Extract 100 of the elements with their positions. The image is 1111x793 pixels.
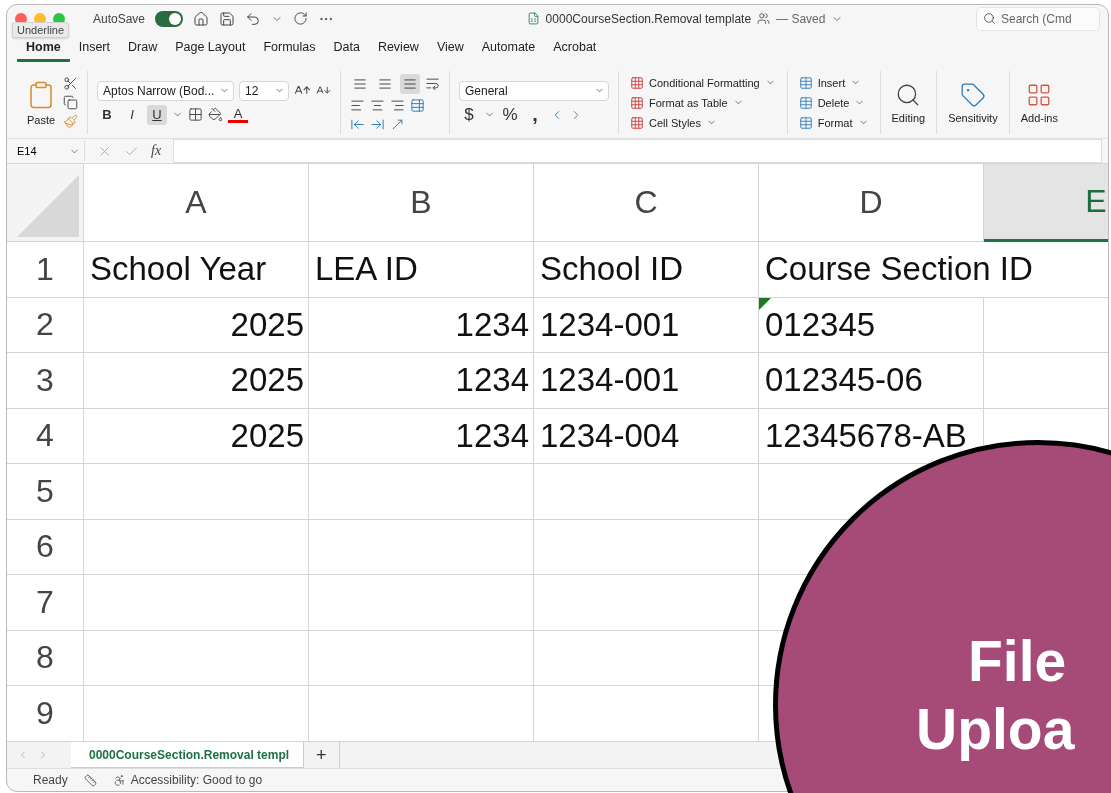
undo-icon[interactable] (245, 10, 262, 27)
wrap-text-icon[interactable] (425, 76, 440, 91)
ribbon-tab[interactable]: Insert (69, 37, 119, 62)
column-header[interactable]: D (759, 164, 984, 242)
table-cell[interactable]: 2025 (84, 353, 309, 409)
table-cell[interactable]: 2025 (84, 408, 309, 464)
cells-button[interactable]: Delete (796, 94, 871, 111)
orientation-icon[interactable] (390, 116, 405, 132)
add-ins-button[interactable]: Add-ins (1018, 79, 1060, 126)
autosave-toggle[interactable] (155, 10, 184, 27)
paint-bucket-icon[interactable] (208, 107, 223, 122)
name-box[interactable]: E14 (13, 141, 85, 161)
table-cell[interactable] (84, 575, 309, 631)
function-label[interactable]: fx (151, 143, 162, 159)
table-cell[interactable]: 1234 (309, 297, 534, 353)
table-cell[interactable]: 1234-004 (534, 408, 759, 464)
save-icon[interactable] (219, 10, 236, 27)
merge-icon[interactable] (410, 97, 425, 113)
add-sheet-button[interactable]: + (304, 742, 340, 768)
table-cell[interactable]: 1234 (309, 353, 534, 409)
font-style-button[interactable]: U (147, 104, 167, 125)
callout-text: Uploa (916, 696, 1075, 763)
copy-icon[interactable] (63, 95, 78, 110)
ruler-icon[interactable] (83, 773, 97, 787)
table-cell[interactable] (534, 519, 759, 575)
table-cell[interactable]: 012345 (759, 297, 984, 353)
styles-button[interactable]: Cell Styles (628, 114, 778, 131)
font-style-button[interactable]: I (122, 104, 142, 125)
align-center-icon[interactable] (370, 97, 385, 113)
font-color-button[interactable]: A (228, 106, 248, 123)
styles-button[interactable]: Format as Table (628, 94, 778, 111)
home-icon[interactable] (193, 10, 210, 27)
tag-icon (959, 81, 986, 108)
align-left-icon[interactable] (350, 97, 365, 113)
table-icon (798, 75, 813, 90)
grid-icon (630, 95, 644, 110)
column-header[interactable]: E (984, 164, 1108, 242)
table-cell[interactable]: LEA ID (309, 242, 534, 298)
formula-input[interactable] (173, 139, 1102, 163)
comma-button[interactable]: , (525, 104, 545, 125)
table-cell[interactable] (84, 464, 309, 520)
table-cell[interactable]: 2025 (84, 297, 309, 353)
number-format-dropdown[interactable]: General (459, 80, 609, 101)
font-size-dropdown[interactable]: 12 (239, 80, 289, 101)
ribbon-tab[interactable]: Acrobat (544, 37, 606, 62)
align-right-icon[interactable] (390, 97, 405, 113)
sensitivity-button[interactable]: Sensitivity (946, 79, 1000, 126)
row-header[interactable]: 7 (7, 575, 84, 631)
table-cell[interactable] (534, 464, 759, 520)
table-cell[interactable] (309, 575, 534, 631)
ribbon-tab[interactable]: Automate (472, 37, 545, 62)
ribbon-tab[interactable]: Data (324, 37, 369, 62)
row-header[interactable]: 3 (7, 353, 84, 409)
sheet-tab[interactable]: 0000CourseSection.Removal templ (71, 742, 305, 768)
row-header[interactable]: 4 (7, 408, 84, 464)
column-header[interactable]: A (84, 164, 309, 242)
font-style-button[interactable]: B (97, 104, 117, 125)
table-cell[interactable]: 012345-06 (759, 353, 984, 409)
styles-button[interactable]: Conditional Formatting (628, 74, 778, 91)
redo-icon[interactable] (293, 11, 309, 26)
search-field[interactable]: Search (Cmd (976, 6, 1100, 31)
row-header[interactable]: 6 (7, 519, 84, 575)
currency-button[interactable]: $ (459, 104, 479, 125)
ribbon-tab[interactable]: Formulas (254, 37, 325, 62)
percent-button[interactable]: % (500, 104, 520, 125)
row-header[interactable]: 8 (7, 630, 84, 686)
table-cell[interactable] (534, 630, 759, 686)
table-cell[interactable] (309, 630, 534, 686)
select-all-corner[interactable] (7, 164, 84, 242)
table-cell[interactable]: 1234 (309, 408, 534, 464)
table-cell[interactable]: School ID (534, 242, 759, 298)
accessibility-icon[interactable] (112, 773, 126, 787)
row-header[interactable]: 5 (7, 464, 84, 520)
ribbon-tab[interactable]: Draw (119, 37, 167, 62)
ribbon-tab[interactable]: Review (368, 37, 428, 62)
paste-button[interactable]: Paste (24, 77, 58, 128)
cells-button[interactable]: Format (796, 114, 871, 131)
table-cell[interactable] (309, 519, 534, 575)
font-name-dropdown[interactable]: Aptos Narrow (Bod... (97, 80, 234, 101)
table-cell[interactable] (534, 575, 759, 631)
row-header[interactable]: 1 (7, 242, 84, 298)
table-cell[interactable] (84, 630, 309, 686)
accessibility-status[interactable]: Accessibility: Good to go (130, 773, 263, 787)
column-header[interactable]: B (309, 164, 534, 242)
table-cell[interactable] (84, 519, 309, 575)
ribbon-tab[interactable]: View (427, 37, 473, 62)
scissors-icon[interactable] (63, 76, 78, 91)
borders-icon[interactable] (188, 107, 203, 122)
column-header[interactable]: C (534, 164, 759, 242)
ribbon-tab[interactable]: Page Layout (166, 37, 255, 62)
cells-button[interactable]: Insert (796, 74, 871, 91)
table-icon (798, 115, 813, 130)
window-title: 0000CourseSection.Removal template (545, 11, 752, 26)
row-header[interactable]: 2 (7, 297, 84, 353)
align-icon[interactable] (400, 73, 420, 94)
table-cell[interactable] (309, 464, 534, 520)
table-cell[interactable]: 1234-001 (534, 353, 759, 409)
editing-button[interactable]: Editing (889, 79, 928, 126)
paintbrush-icon[interactable] (63, 114, 78, 129)
table-cell[interactable]: 1234-001 (534, 297, 759, 353)
